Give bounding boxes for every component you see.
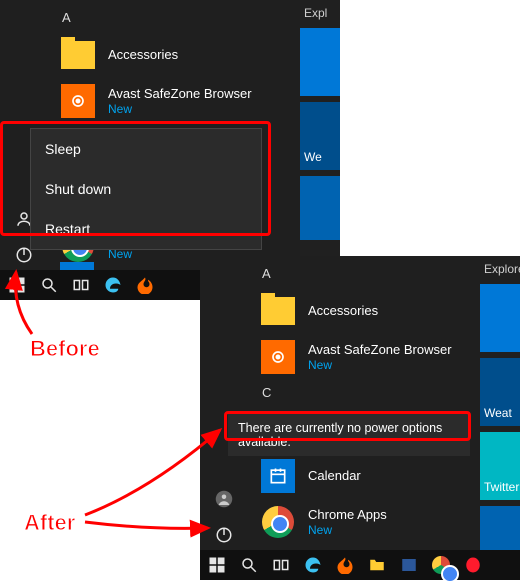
start-menu-before: A Accessories Avast SafeZone Browser New… (0, 0, 340, 300)
folder-icon (61, 41, 95, 69)
taskbar (200, 550, 520, 580)
flame-icon[interactable] (336, 556, 354, 574)
folder-icon[interactable] (368, 556, 386, 574)
power-restart[interactable]: Restart (31, 209, 261, 249)
app-label: Chrome Apps (308, 507, 387, 523)
app-avast[interactable]: Avast SafeZone Browser New (48, 79, 340, 125)
new-badge: New (308, 358, 452, 372)
arrow-after-to-power (80, 500, 220, 550)
app-label: Accessories (108, 47, 178, 63)
edge-icon[interactable] (304, 556, 322, 574)
tiles-header: Explore (480, 262, 520, 284)
tile[interactable] (300, 176, 340, 240)
live-tiles: Explore Weat Twitter (480, 256, 520, 550)
app-list: A Accessories Avast SafeZone Browser New… (48, 0, 340, 148)
search-icon[interactable] (240, 556, 258, 574)
folder-icon (261, 297, 295, 325)
start-icon[interactable] (208, 556, 226, 574)
new-badge: New (108, 102, 252, 116)
flame-icon[interactable] (136, 276, 154, 294)
tile[interactable] (300, 28, 340, 96)
calendar-icon (261, 459, 295, 493)
word-icon[interactable] (400, 556, 418, 574)
tile[interactable] (480, 284, 520, 352)
start-menu-after: A Accessories Avast SafeZone Browser New… (200, 256, 520, 580)
tile-twitter[interactable]: Twitter (480, 432, 520, 500)
tooltip-text: There are currently no power options ava… (238, 421, 442, 449)
app-accessories[interactable]: Accessories (48, 33, 340, 79)
app-label: Avast SafeZone Browser (108, 86, 252, 102)
app-label: Accessories (308, 303, 378, 319)
no-power-tooltip: There are currently no power options ava… (228, 414, 470, 456)
avast-icon (261, 340, 295, 374)
new-badge: New (308, 523, 387, 537)
taskview-icon[interactable] (272, 556, 290, 574)
letter-header-a[interactable]: A (48, 6, 340, 33)
app-label: Avast SafeZone Browser (308, 342, 452, 358)
arrow-before-to-power (2, 266, 52, 336)
taskview-icon[interactable] (72, 276, 90, 294)
live-tiles: Expl We (300, 0, 340, 270)
tile[interactable] (480, 506, 520, 556)
tiles-header: Expl (300, 6, 340, 28)
label-after: After (24, 510, 75, 536)
app-label: Calendar (308, 468, 361, 484)
avast-icon (61, 84, 95, 118)
opera-icon[interactable] (464, 556, 482, 574)
tile-weather[interactable]: We (300, 102, 340, 170)
edge-icon[interactable] (104, 276, 122, 294)
power-shutdown[interactable]: Shut down (31, 169, 261, 209)
chrome-icon (262, 506, 294, 538)
chrome-taskbar-icon[interactable] (432, 556, 450, 574)
power-sleep[interactable]: Sleep (31, 129, 261, 169)
label-before: Before (30, 336, 100, 362)
power-menu: Sleep Shut down Restart (30, 128, 262, 250)
tile-weather[interactable]: Weat (480, 358, 520, 426)
